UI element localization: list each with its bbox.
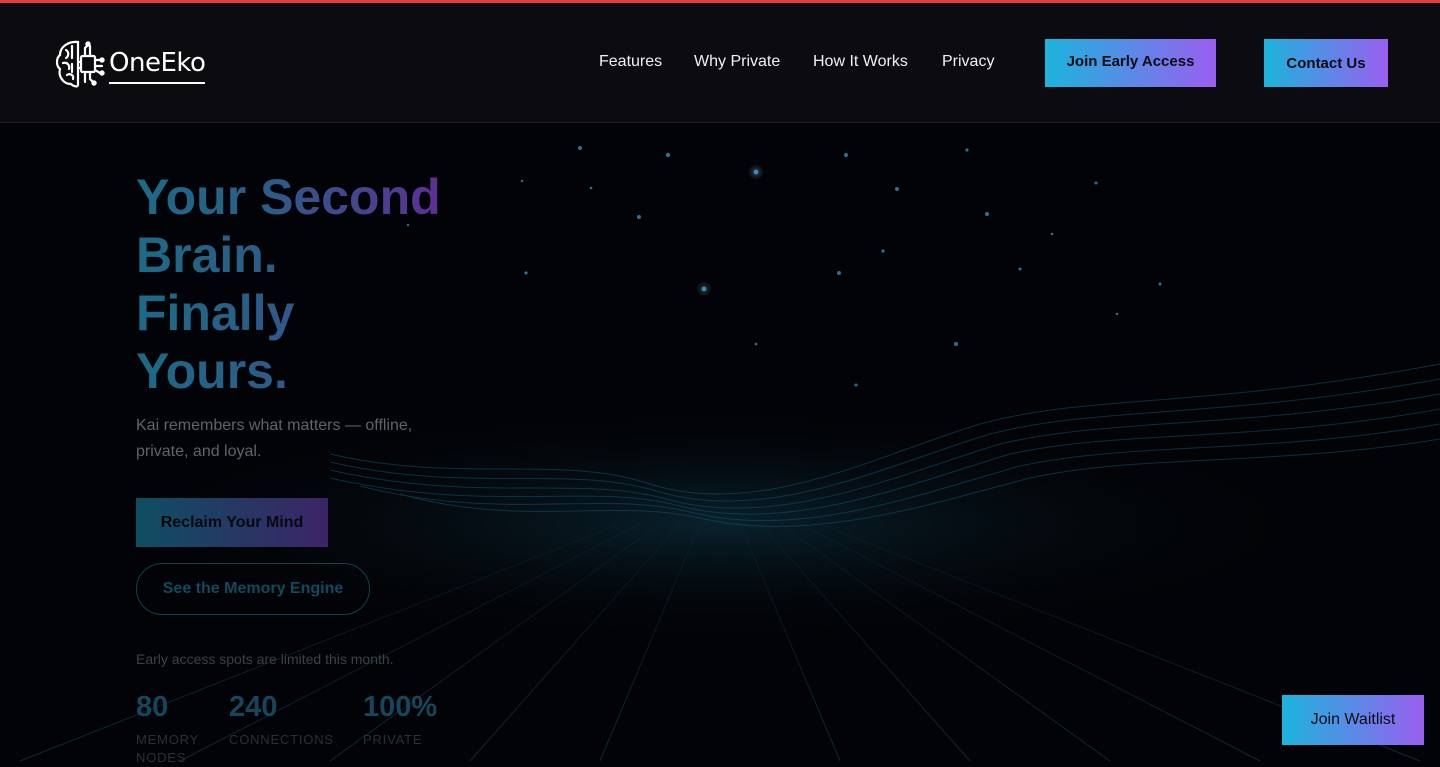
- headline-line-2: Brain.: [136, 227, 278, 283]
- headline-line-1: Your Second: [136, 169, 441, 225]
- brand-name: OneEko: [109, 48, 206, 84]
- see-memory-engine-button[interactable]: See the Memory Engine: [136, 563, 370, 615]
- stat-label: CONNECTIONS: [229, 732, 334, 747]
- headline-line-3: Finally: [136, 285, 295, 341]
- stat-value: 100%: [363, 691, 438, 723]
- early-access-note: Early access spots are limited this mont…: [136, 651, 394, 667]
- nav-link-why-private[interactable]: Why Private: [694, 53, 780, 71]
- nav-link-privacy[interactable]: Privacy: [942, 53, 994, 71]
- headline-line-4: Yours.: [136, 343, 288, 399]
- stat-private: 100% PRIVATE: [363, 690, 443, 749]
- nav-link-how-it-works[interactable]: How It Works: [813, 53, 908, 71]
- reclaim-your-mind-button[interactable]: Reclaim Your Mind: [136, 498, 328, 547]
- brand-logo[interactable]: OneEko: [54, 37, 206, 91]
- brain-circuit-icon: [55, 40, 105, 88]
- nav-link-features[interactable]: Features: [599, 53, 662, 71]
- site-header: OneEko Features Why Private How It Works…: [0, 3, 1440, 123]
- stat-memory-nodes: 80 MEMORY NODES: [136, 690, 216, 767]
- join-early-access-button[interactable]: Join Early Access: [1045, 39, 1216, 87]
- stat-connections: 240 CONNECTIONS: [229, 690, 349, 749]
- hero-headline: Your Second Brain. Finally Yours.: [136, 168, 441, 400]
- stat-label: PRIVATE: [363, 732, 423, 747]
- hero-subtitle: Kai remembers what matters — offline, pr…: [136, 417, 413, 460]
- stat-label: MEMORY NODES: [136, 732, 199, 765]
- stat-value: 80: [136, 691, 169, 723]
- contact-us-button[interactable]: Contact Us: [1264, 39, 1388, 87]
- stat-value: 240: [229, 691, 278, 723]
- join-waitlist-button[interactable]: Join Waitlist: [1282, 695, 1424, 745]
